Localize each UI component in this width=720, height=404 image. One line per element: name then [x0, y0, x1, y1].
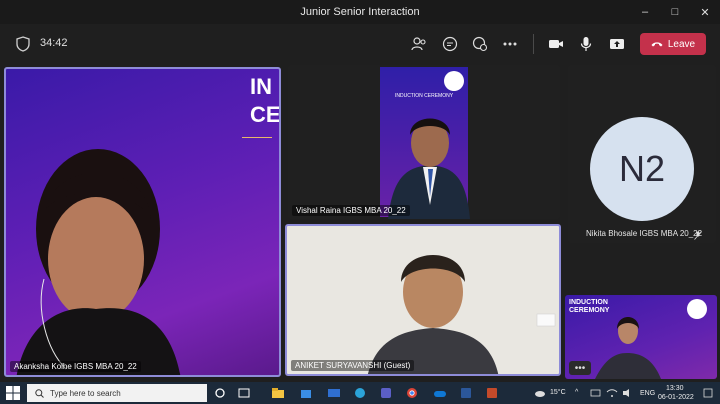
video-tile-nikita[interactable]: N2 Nikita Bhosale IGBS MBA 20_22	[568, 65, 716, 243]
powerpoint-icon[interactable]	[484, 385, 500, 401]
chat-icon[interactable]	[440, 34, 460, 54]
weather-temp: 15°C	[550, 389, 566, 396]
cortana-icon[interactable]	[212, 385, 228, 401]
mail-icon[interactable]	[326, 385, 342, 401]
chrome-icon[interactable]	[404, 385, 420, 401]
leave-button[interactable]: Leave	[640, 33, 706, 55]
camera-icon[interactable]	[546, 34, 566, 54]
shield-icon	[16, 36, 30, 52]
tray-chevron-icon[interactable]: ^	[575, 389, 578, 396]
maximize-button[interactable]: □	[660, 0, 690, 24]
toolbar-divider	[533, 34, 534, 54]
avatar: N2	[590, 117, 694, 221]
meeting-toolbar: 34:42 Leave	[0, 24, 720, 64]
more-participants-button[interactable]: •••	[569, 361, 591, 375]
person-vishal	[388, 118, 470, 219]
mic-muted-icon	[694, 231, 702, 240]
volume-icon[interactable]	[620, 385, 636, 401]
reactions-icon[interactable]	[470, 34, 490, 54]
video-tile-vishal[interactable]: INDUCTION CEREMONY Vishal Raina IGBS MBA…	[288, 65, 560, 219]
taskbar: Type here to search 15°C ^ ENG 13:30 06-…	[0, 382, 720, 404]
teams-icon[interactable]	[378, 385, 394, 401]
participant-name: Akanksha Kolhe IGBS MBA 20_22	[10, 361, 141, 372]
taskbar-search[interactable]: Type here to search	[27, 384, 207, 402]
battery-icon[interactable]	[588, 385, 604, 401]
clock-date[interactable]: 06-01-2022	[658, 394, 694, 401]
video-tile-aniket[interactable]: ANIKET SURYAVANSHI (Guest)	[285, 224, 561, 376]
phone-icon	[651, 42, 663, 47]
notification-icon[interactable]	[700, 385, 716, 401]
window-title: Junior Senior Interaction	[300, 6, 420, 18]
participant-name: ANIKET SURYAVANSHI (Guest)	[291, 360, 415, 371]
search-icon	[35, 388, 44, 398]
participants-icon[interactable]	[409, 34, 429, 54]
mic-icon[interactable]	[576, 34, 596, 54]
word-icon[interactable]	[458, 385, 474, 401]
edge-icon[interactable]	[352, 385, 368, 401]
windows-start-icon[interactable]	[6, 386, 20, 400]
video-tile-induction[interactable]: INDUCTION CEREMONY •••	[565, 295, 717, 379]
meeting-timer: 34:42	[40, 37, 68, 49]
file-explorer-icon[interactable]	[270, 385, 286, 401]
participant-name: Nikita Bhosale IGBS MBA 20_22	[586, 229, 703, 238]
wifi-icon[interactable]	[604, 385, 620, 401]
leave-label: Leave	[667, 38, 696, 50]
task-view-icon[interactable]	[236, 385, 252, 401]
video-tile-akanksha[interactable]: IN CE Akanksha Kolhe IGBS MBA 20_22	[4, 67, 281, 377]
store-icon[interactable]	[298, 385, 314, 401]
person-aniket	[368, 255, 556, 374]
more-icon[interactable]	[500, 34, 520, 54]
window-controls: – □ ✕	[630, 0, 720, 24]
language-indicator[interactable]: ENG	[640, 390, 655, 397]
person-akanksha	[16, 149, 181, 375]
participant-name: Vishal Raina IGBS MBA 20_22	[292, 205, 410, 216]
search-placeholder: Type here to search	[50, 388, 121, 398]
onedrive-icon[interactable]	[432, 385, 448, 401]
share-icon[interactable]	[607, 34, 627, 54]
weather-icon[interactable]	[532, 385, 548, 401]
close-button[interactable]: ✕	[690, 0, 720, 24]
minimize-button[interactable]: –	[630, 0, 660, 24]
clock-time[interactable]: 13:30	[666, 385, 684, 392]
title-bar: Junior Senior Interaction – □ ✕	[0, 0, 720, 24]
